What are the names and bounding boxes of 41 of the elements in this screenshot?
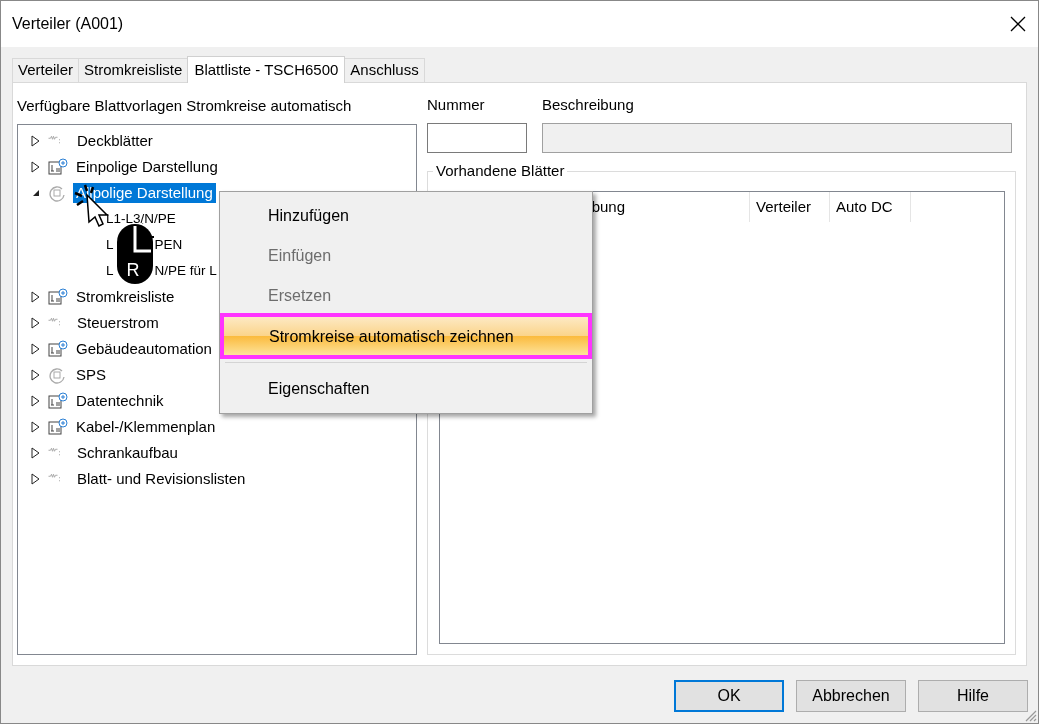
sheet-plus-icon: [47, 339, 69, 358]
waveform-icon: [48, 135, 60, 146]
tab[interactable]: Anschluss: [344, 58, 425, 82]
field-label: Beschreibung: [542, 95, 635, 115]
tree-item[interactable]: Stromkreisliste: [73, 286, 178, 307]
waveform-icon: [48, 447, 60, 458]
menu-item[interactable]: Eigenschaften: [223, 369, 589, 409]
menu-item[interactable]: Stromkreise automatisch zeichnen: [223, 316, 589, 356]
close-icon[interactable]: [1010, 16, 1026, 32]
tree-item-text[interactable]: L: [106, 260, 114, 281]
sheet-plus-icon: [47, 417, 69, 436]
button-letter: R: [126, 260, 140, 280]
tree-item-text[interactable]: PEN: [154, 234, 183, 255]
tree-item[interactable]: Deckblätter: [74, 130, 156, 151]
tree-item-text[interactable]: N/PE für L: [154, 260, 217, 281]
tree-label: Verfügbare Blattvorlagen Stromkreise automatisch: [17, 96, 353, 116]
input-field[interactable]: [427, 123, 527, 153]
tree-item[interactable]: SPS: [73, 364, 109, 385]
resize-grip-icon[interactable]: [1023, 708, 1037, 722]
tree-item[interactable]: Blatt- und Revisionslisten: [74, 468, 249, 489]
waveform-icon: [48, 473, 60, 484]
window-title: Verteiler (A001): [12, 14, 124, 34]
column-header[interactable]: Verteiler: [750, 192, 830, 222]
tab[interactable]: Blattliste - TSCH6500: [187, 56, 346, 83]
field-label: Nummer: [427, 95, 486, 115]
tree-item[interactable]: Schrankaufbau: [74, 442, 181, 463]
dialog-button[interactable]: Abbrechen: [796, 680, 906, 712]
waveform-icon: [48, 317, 60, 328]
dialog-button[interactable]: Hilfe: [918, 680, 1028, 712]
column-header[interactable]: Auto DC: [830, 192, 911, 222]
sheet-plus-icon: [47, 157, 69, 176]
tree-item[interactable]: Einpolige Darstellung: [73, 156, 221, 177]
dialog-button[interactable]: OK: [674, 680, 784, 712]
tree-item[interactable]: Datentechnik: [73, 390, 167, 411]
tree-item[interactable]: Kabel-/Klemmenplan: [73, 416, 219, 437]
sheet-plus-icon: [47, 391, 69, 410]
tree-item[interactable]: Steuerstrom: [74, 312, 162, 333]
tab[interactable]: Verteiler: [12, 58, 80, 82]
tree-item[interactable]: Gebäudeautomation: [73, 338, 215, 359]
tree-item-text[interactable]: L: [106, 234, 114, 255]
sheet-plus-icon: [47, 287, 69, 306]
